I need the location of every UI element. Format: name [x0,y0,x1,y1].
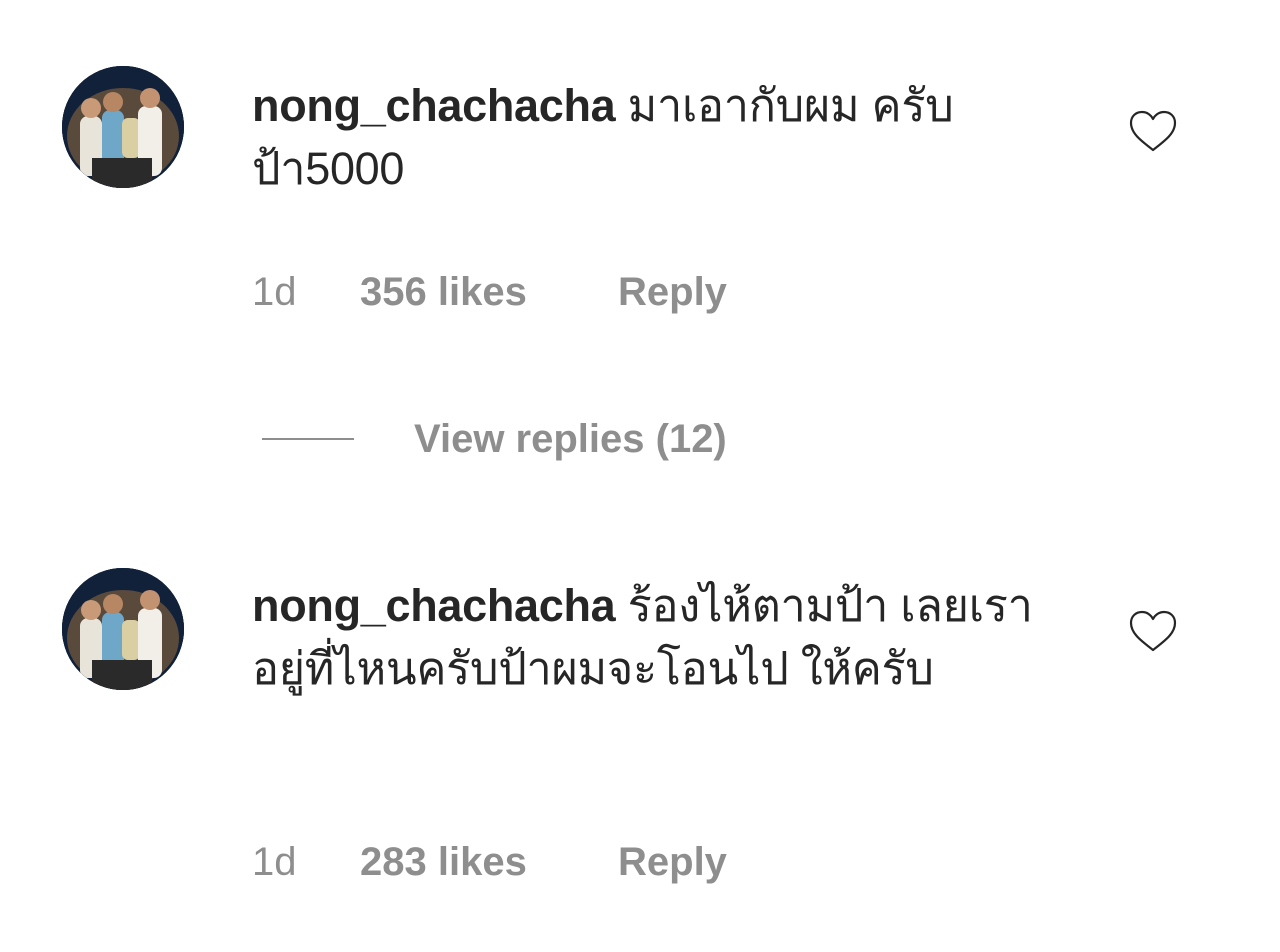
avatar[interactable] [62,66,184,188]
comment-item: nong_chachacha ร้องไห้ตามป้า เลยเราอยู่ท… [0,560,1280,952]
comment-text: nong_chachacha มาเอากับผม ครับป้า5000 [252,74,1052,200]
comment-item: nong_chachacha มาเอากับผม ครับป้า5000 1d… [0,0,1280,500]
avatar[interactable] [62,568,184,690]
reply-button[interactable]: Reply [618,268,727,316]
comment-time: 1d [252,840,297,884]
comment-meta: 1d 283 likes Reply [252,838,727,886]
view-replies-button[interactable]: View replies (12) [262,414,727,464]
comment-meta: 1d 356 likes Reply [252,268,727,316]
divider-line [262,438,354,441]
comment-time: 1d [252,270,297,314]
comment-username[interactable]: nong_chachacha [252,80,616,131]
comment-likes[interactable]: 356 likes [360,268,618,316]
comment-likes[interactable]: 283 likes [360,838,618,886]
heart-outline-icon[interactable] [1128,110,1178,154]
reply-button[interactable]: Reply [618,838,727,886]
view-replies-label: View replies (12) [414,417,727,461]
heart-outline-icon[interactable] [1128,610,1178,654]
comment-text: nong_chachacha ร้องไห้ตามป้า เลยเราอยู่ท… [252,574,1052,700]
comment-username[interactable]: nong_chachacha [252,580,616,631]
